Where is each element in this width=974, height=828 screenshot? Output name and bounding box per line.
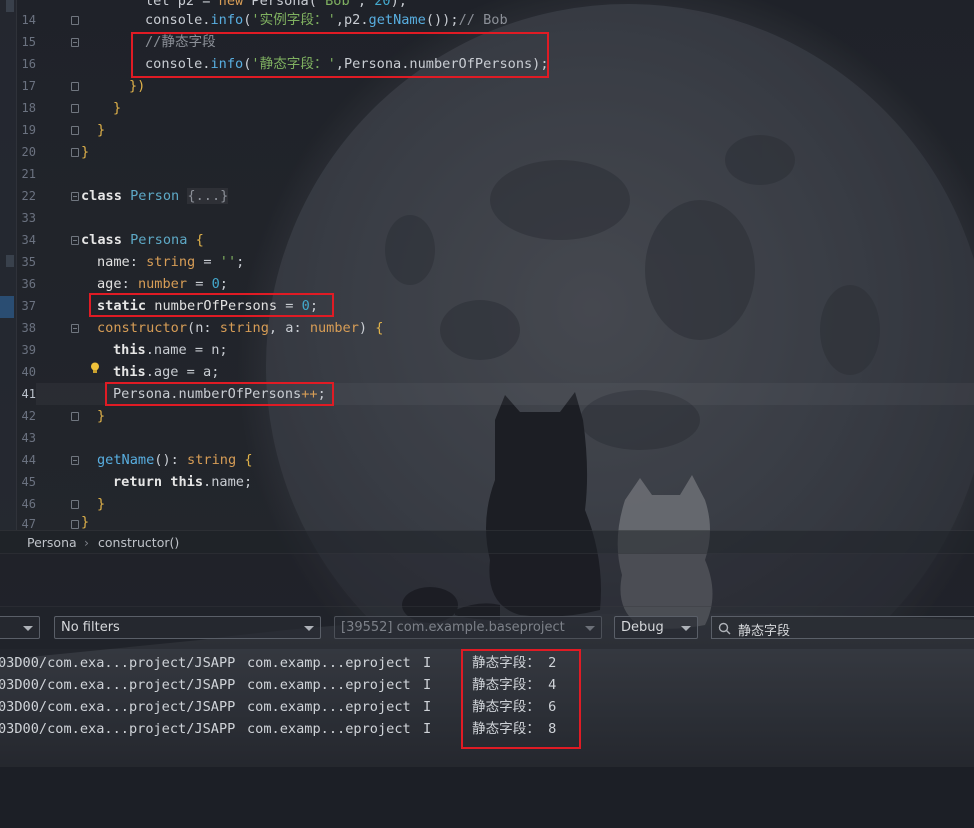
line-number: 38 [21,321,36,335]
code-line-44[interactable]: getName(): string { [97,451,253,469]
fold-marker-icon[interactable] [71,126,79,135]
lightbulb-icon[interactable] [90,362,100,374]
line-number: 20 [21,145,36,159]
code-line-39[interactable]: this.name = n; [113,341,228,359]
code-line-17[interactable]: }) [129,77,145,95]
process-dropdown-value: [39552] com.example.baseproject [341,620,565,635]
line-number: 22 [21,189,36,203]
line-number: 18 [21,101,36,115]
logcat-toolbar: No filters [39552] com.example.baseproje… [0,606,974,649]
code-line-19[interactable]: } [97,121,105,139]
chevron-down-icon [23,626,33,631]
process-dropdown[interactable]: [39552] com.example.baseproject [334,616,602,639]
highlight-box-static [89,293,334,317]
search-value: 静态字段 [738,624,791,639]
fold-marker-icon[interactable] [71,500,79,509]
highlight-box-increment [105,382,334,406]
line-number: 15 [21,35,36,49]
code-line-14[interactable]: console.info('实例字段：',p2.getName());// Bo… [145,11,508,29]
code-line-18[interactable]: } [113,99,121,117]
fold-marker-icon[interactable] [71,148,79,157]
line-number: 42 [21,409,36,423]
code-line-34[interactable]: class Persona { [81,231,204,249]
code-line-35[interactable]: name: string = ''; [97,253,244,271]
fold-marker-icon[interactable] [71,412,79,421]
fold-marker-icon[interactable] [71,38,79,47]
line-number: 36 [21,277,36,291]
code-line-46[interactable]: } [97,495,105,513]
fold-marker-icon[interactable] [71,456,79,465]
line-number: 40 [21,365,36,379]
code-line-38[interactable]: constructor(n: string, a: number) { [97,319,383,337]
code-line-42[interactable]: } [97,407,105,425]
breadcrumb-item-persona[interactable]: Persona [27,535,77,550]
line-number: 44 [21,453,36,467]
filter-dropdown[interactable]: No filters [54,616,321,639]
breadcrumb-separator: › [84,535,89,550]
breadcrumb-item-constructor[interactable]: constructor() [98,535,179,550]
line-number: 21 [21,167,36,181]
fold-marker-icon[interactable] [71,104,79,113]
fold-marker-icon[interactable] [71,192,79,201]
chevron-down-icon [304,626,314,631]
logcat-output: 03D00/com.exa...project/JSAPP com.examp.… [0,651,974,767]
line-number: 35 [21,255,36,269]
breadcrumb: Persona › constructor() [0,530,974,554]
log-row[interactable]: 03D00/com.exa...project/JSAPP com.examp.… [0,720,556,828]
chevron-down-icon [681,626,691,631]
fold-marker-icon[interactable] [71,16,79,25]
logcat-search-input[interactable]: 静态字段 [711,616,974,639]
line-number: 14 [21,13,36,27]
code-line-45[interactable]: return this.name; [113,473,252,491]
code-line-40[interactable]: this.age = a; [113,363,219,381]
line-number: 16 [21,57,36,71]
code-line-13[interactable]: let p2 = new Persona('Bob', 20); [145,0,407,10]
fold-marker-icon[interactable] [71,324,79,333]
line-number: 34 [21,233,36,247]
line-number: 39 [21,343,36,357]
line-number: 46 [21,497,36,511]
code-line-36[interactable]: age: number = 0; [97,275,228,293]
code-line-22[interactable]: class Person {...} [81,187,229,205]
filter-dropdown-value: No filters [61,620,120,635]
fold-marker-icon[interactable] [71,236,79,245]
line-number: 37 [21,299,36,313]
line-number: 19 [21,123,36,137]
change-marker [6,0,14,12]
panel-divider [0,553,974,607]
device-dropdown[interactable] [0,616,40,639]
highlight-box-console [131,32,549,78]
fold-marker-icon[interactable] [71,520,79,529]
code-line-47[interactable]: } [81,513,89,531]
line-number: 43 [21,431,36,445]
line-number: 17 [21,79,36,93]
log-level-value: Debug [621,620,664,635]
line-number: 47 [21,517,36,531]
fold-marker-icon[interactable] [71,82,79,91]
line-number-current: 41 [21,387,36,401]
log-level-dropdown[interactable]: Debug [614,616,698,639]
code-line-20[interactable]: } [81,143,89,161]
line-number: 33 [21,211,36,225]
search-icon [718,622,731,635]
chevron-down-icon [585,626,595,631]
line-number: 45 [21,475,36,489]
